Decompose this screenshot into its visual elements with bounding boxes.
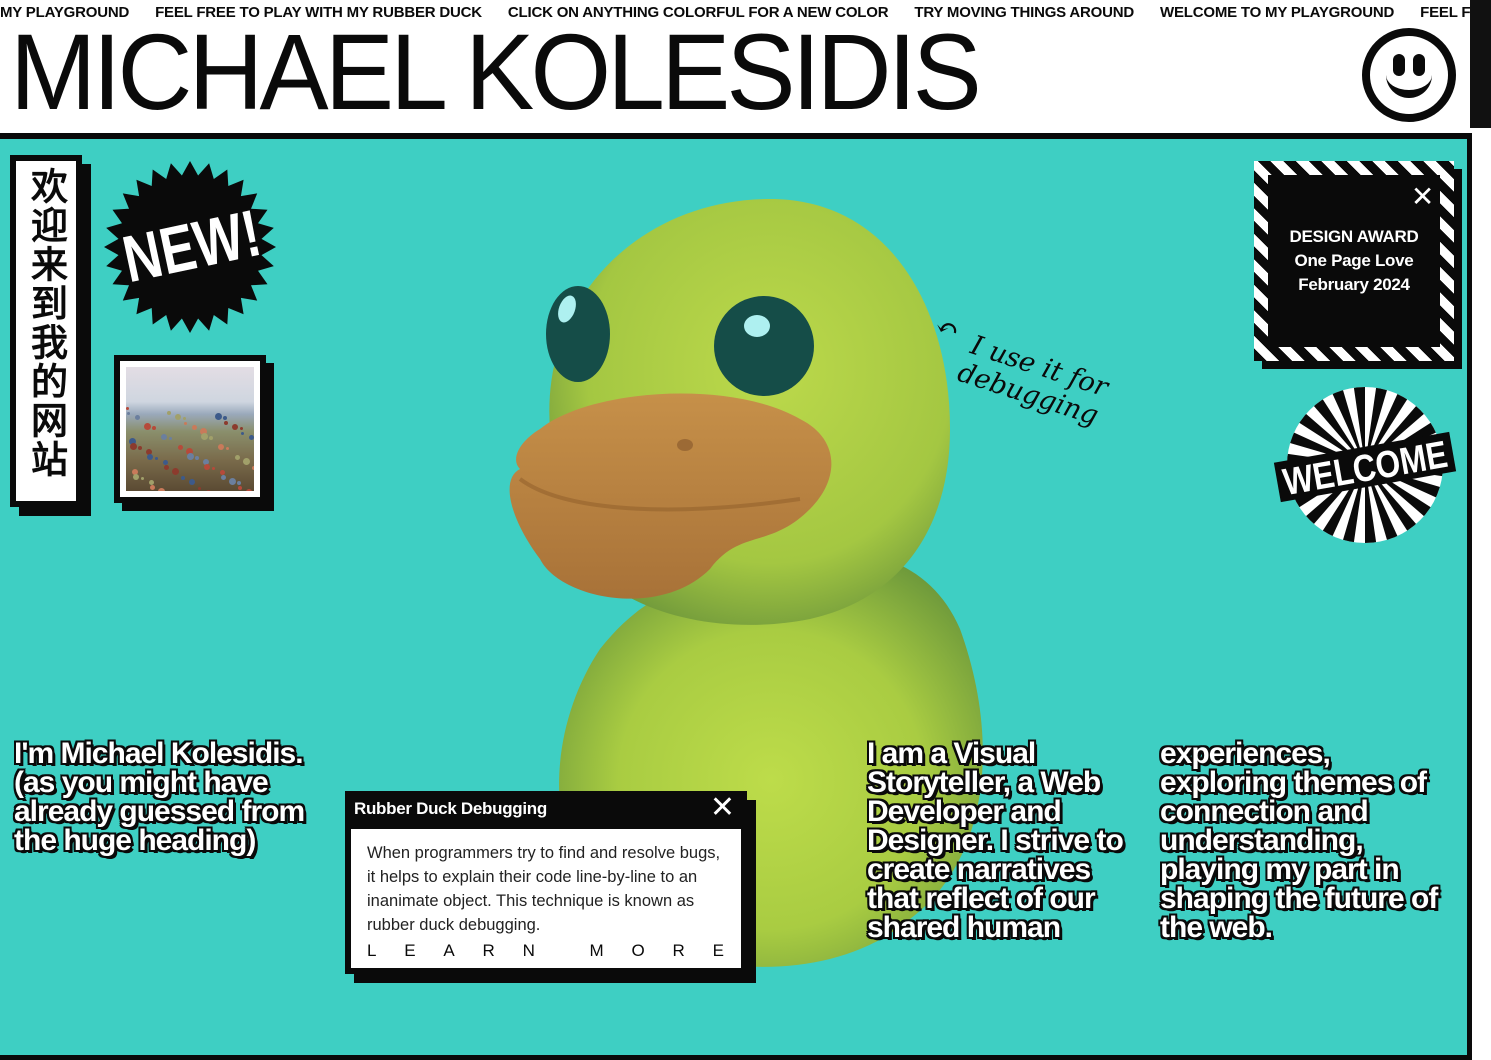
learn-more-letter: O	[631, 941, 646, 960]
learn-more-letter: M	[589, 941, 605, 960]
flower-speck	[130, 443, 137, 450]
flower-speck	[175, 414, 181, 420]
page-title: MICHAEL KOLESIDIS	[10, 11, 982, 132]
award-date: February 2024	[1298, 275, 1410, 294]
flower-speck	[150, 485, 155, 490]
learn-more-letter: L	[367, 941, 378, 960]
flower-speck	[249, 435, 254, 440]
chinese-welcome-sticker[interactable]: 欢迎来到我的网站	[10, 155, 82, 507]
flower-speck	[235, 455, 240, 460]
flower-field-image	[126, 367, 254, 491]
flower-speck	[229, 478, 236, 485]
award-title: DESIGN AWARD	[1289, 227, 1419, 246]
duck-nostril-left	[677, 439, 693, 451]
learn-more-letter: R	[482, 941, 496, 960]
chinese-welcome-text: 欢迎来到我的网站	[24, 167, 68, 479]
flower-speck	[169, 437, 172, 440]
design-award-inner: ✕ DESIGN AWARD One Page Love February 20…	[1268, 175, 1440, 347]
flower-speck	[232, 424, 238, 430]
flower-speck	[138, 446, 142, 450]
flower-speck	[178, 445, 183, 450]
smiley-mouth	[1386, 70, 1432, 98]
flower-speck	[204, 464, 210, 470]
flower-speck	[241, 432, 244, 435]
flower-speck	[183, 417, 186, 420]
flower-speck	[164, 465, 169, 470]
flower-speck	[201, 433, 208, 440]
flower-speck	[147, 454, 153, 460]
popup-description: When programmers try to find and resolve…	[367, 844, 721, 934]
flower-speck	[161, 434, 167, 440]
learn-more-letter: R	[672, 941, 686, 960]
flower-speck	[192, 425, 197, 430]
bio-text-part-2: experiences, exploring themes of connect…	[1160, 737, 1438, 944]
flower-speck	[126, 407, 129, 410]
flower-speck	[172, 468, 179, 475]
learn-more-letter: A	[443, 941, 456, 960]
award-source: One Page Love	[1294, 251, 1414, 270]
flower-speck	[209, 436, 213, 440]
flower-speck	[141, 477, 144, 480]
flower-speck	[195, 456, 199, 460]
popup-close-button[interactable]: ✕	[710, 793, 735, 823]
flower-speck	[152, 426, 156, 430]
flower-speck	[167, 411, 171, 415]
flower-speck	[127, 412, 130, 415]
flower-speck	[187, 453, 194, 460]
learn-more-letter: E	[712, 941, 725, 960]
flower-speck	[135, 415, 140, 420]
flower-speck	[252, 466, 254, 470]
duck-eye-left	[546, 286, 610, 382]
flower-speck	[144, 423, 151, 430]
flower-photo-sticker[interactable]	[114, 355, 266, 503]
flower-speck	[221, 475, 226, 480]
design-award-badge[interactable]: ✕ DESIGN AWARD One Page Love February 20…	[1254, 161, 1454, 361]
flower-speck	[184, 422, 187, 425]
flower-speck	[237, 481, 241, 485]
flower-speck	[224, 421, 228, 425]
new-badge-sticker[interactable]: NEW!	[100, 157, 280, 337]
rubber-duck-popup[interactable]: Rubber Duck Debugging ✕ When programmers…	[345, 791, 747, 974]
marquee-item: WELCOME TO MY PLAYGROUND	[1160, 4, 1395, 21]
flower-speck	[226, 447, 229, 450]
flower-speck	[158, 488, 165, 491]
welcome-sticker[interactable]: WELCOME	[1272, 385, 1458, 545]
popup-title: Rubber Duck Debugging	[354, 799, 547, 818]
flower-speck	[215, 413, 222, 420]
flower-speck	[223, 416, 227, 420]
chinese-welcome-inner: 欢迎来到我的网站	[16, 161, 76, 501]
flower-speck	[189, 479, 195, 485]
scrollbar-strip	[1470, 0, 1491, 128]
flower-speck	[246, 489, 252, 491]
bio-text-part-1: I am a Visual Storyteller, a Web Develop…	[867, 737, 1124, 944]
flower-speck	[212, 467, 215, 470]
new-badge-icon: NEW!	[104, 161, 276, 333]
flower-speck	[240, 427, 243, 430]
flower-speck	[206, 490, 211, 491]
flower-speck	[218, 444, 224, 450]
flower-speck	[243, 458, 250, 465]
flower-speck	[198, 487, 201, 490]
learn-more-letter: E	[404, 941, 417, 960]
popup-body: When programmers try to find and resolve…	[351, 829, 741, 968]
flower-speck	[181, 476, 185, 480]
flower-speck	[133, 474, 139, 480]
playground-stage[interactable]: 欢迎来到我的网站 NEW! ↶ I use it for debugging ✕…	[0, 133, 1472, 1060]
flower-speck	[238, 486, 242, 490]
award-close-button[interactable]: ✕	[1411, 183, 1434, 211]
learn-more-link[interactable]: LEARN MORE	[367, 941, 725, 961]
flower-speck	[155, 457, 158, 460]
smiley-icon[interactable]	[1362, 28, 1456, 122]
intro-text: I'm Michael Kolesidis. (as you might hav…	[14, 737, 305, 857]
marquee-item: FEEL FREE TO PLAY WITH MY RUBBER DUCK	[1420, 4, 1470, 21]
welcome-rays-icon: WELCOME	[1273, 387, 1457, 543]
learn-more-letter: N	[522, 941, 536, 960]
duck-eye-right	[714, 296, 814, 396]
